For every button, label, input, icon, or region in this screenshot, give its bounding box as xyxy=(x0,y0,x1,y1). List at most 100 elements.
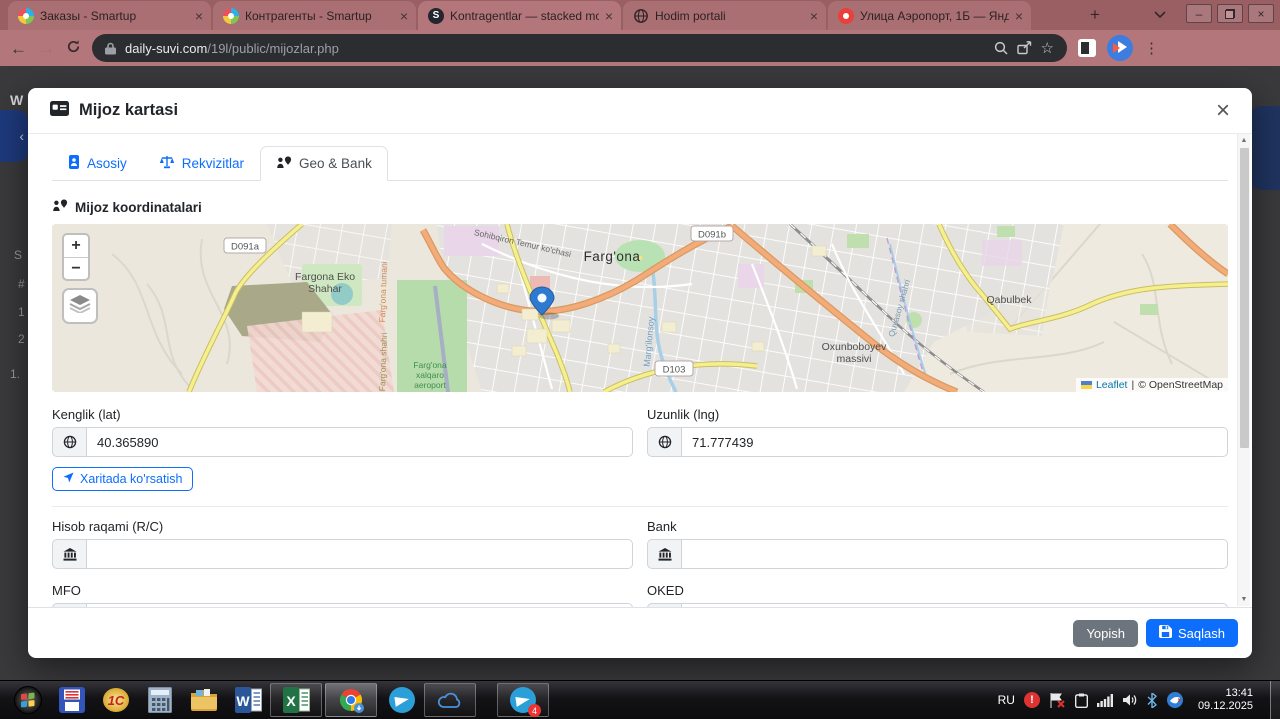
forward-icon[interactable]: → xyxy=(38,40,55,57)
tab-search-chevron-icon[interactable] xyxy=(1148,3,1172,27)
share-icon[interactable] xyxy=(1016,41,1032,55)
map-canvas[interactable]: D091a D091b D103 Farg'ona Fargona Eko Sh… xyxy=(52,224,1228,392)
scroll-down-icon[interactable]: ▼ xyxy=(1241,593,1248,606)
svg-text:aeroport: aeroport xyxy=(414,380,446,390)
tab-rekvizitlar[interactable]: Rekvizitlar xyxy=(143,146,260,181)
chrome-taskbar-button[interactable] xyxy=(325,683,377,717)
section-title: Mijoz koordinatalari xyxy=(75,199,202,215)
browser-tab-3-active[interactable]: S Kontragentlar — stacked moda × xyxy=(418,1,621,30)
browser-tab-1[interactable]: Заказы - Smartup × xyxy=(8,1,211,30)
tab-geo-bank[interactable]: Geo & Bank xyxy=(260,146,388,181)
bluetooth-icon[interactable] xyxy=(1147,692,1157,708)
show-desktop-button[interactable] xyxy=(1270,680,1280,719)
tray-app-icon[interactable] xyxy=(1166,691,1184,709)
system-tray: RU ! 13:41 09.12.2025 xyxy=(998,680,1280,719)
modal-scrollbar[interactable]: ▲ ▼ xyxy=(1237,134,1250,606)
scrollbar-thumb[interactable] xyxy=(1239,148,1249,448)
show-on-map-button[interactable]: Xaritada ko'rsatish xyxy=(52,467,194,491)
lat-input[interactable] xyxy=(86,427,633,457)
browser-tab-2[interactable]: Контрагенты - Smartup × xyxy=(213,1,416,30)
bank-icon xyxy=(647,539,681,569)
url-text: daily-suvi.com/19l/public/mijozlar.php xyxy=(125,40,339,56)
zoom-page-icon[interactable] xyxy=(994,41,1008,55)
account-input[interactable] xyxy=(86,539,633,569)
bank-field-group: Bank xyxy=(647,519,1228,569)
mfo-oked-row: MFO OKED xyxy=(52,583,1228,607)
lng-field-group: Uzunlik (lng) xyxy=(647,407,1228,457)
leaflet-map[interactable]: D091a D091b D103 Farg'ona Fargona Eko Sh… xyxy=(52,224,1228,392)
show-on-map-label: Xaritada ko'rsatish xyxy=(80,472,183,486)
restore-icon xyxy=(1225,8,1235,19)
start-button[interactable] xyxy=(6,682,50,718)
leaflet-link[interactable]: Leaflet xyxy=(1096,379,1128,391)
window-restore-button[interactable] xyxy=(1217,4,1243,23)
oked-label: OKED xyxy=(647,583,684,598)
layers-icon xyxy=(69,294,91,318)
taskbar-clock[interactable]: 13:41 09.12.2025 xyxy=(1198,687,1253,713)
modal-body: Asosiy Rekvizitlar Geo & Bank Mijoz koor… xyxy=(28,134,1252,607)
word-app-icon[interactable]: W xyxy=(226,682,270,718)
close-icon[interactable]: × xyxy=(1216,98,1230,123)
tab-close-icon[interactable]: × xyxy=(810,8,818,24)
location-arrow-icon xyxy=(63,472,74,486)
browser-tab-4[interactable]: Hodim portali × xyxy=(623,1,826,30)
tab-close-icon[interactable]: × xyxy=(400,8,408,24)
smartup-favicon xyxy=(223,7,239,24)
bookmark-star-icon[interactable]: ☆ xyxy=(1041,39,1054,57)
globe-icon xyxy=(52,427,86,457)
attribution-separator: | xyxy=(1131,379,1135,391)
floppy-app-icon[interactable] xyxy=(50,682,94,718)
action-center-flag-icon[interactable] xyxy=(1049,692,1066,708)
tab-close-icon[interactable]: × xyxy=(1015,8,1023,24)
telegram-badge-taskbar-button[interactable]: 4 xyxy=(497,683,549,717)
reload-icon[interactable] xyxy=(66,39,81,57)
scroll-up-icon[interactable]: ▲ xyxy=(1241,134,1248,147)
1c-app-icon[interactable]: 1С xyxy=(94,682,138,718)
zoom-in-button[interactable]: + xyxy=(64,235,88,257)
address-bar[interactable]: daily-suvi.com/19l/public/mijozlar.php ☆ xyxy=(92,34,1067,62)
excel-taskbar-button[interactable]: X xyxy=(270,683,322,717)
new-tab-button[interactable]: + xyxy=(1083,3,1107,27)
tab-close-icon[interactable]: × xyxy=(605,8,613,24)
oked-field-group: OKED xyxy=(647,583,1228,607)
map-layers-button[interactable] xyxy=(62,288,98,324)
background-page-text: 1. xyxy=(10,367,21,381)
folder-app-icon[interactable] xyxy=(182,682,226,718)
extension-icon[interactable] xyxy=(1078,39,1096,57)
mfo-input[interactable] xyxy=(86,603,633,607)
tab-title: Контрагенты - Smartup xyxy=(245,8,372,23)
osm-link[interactable]: © OpenStreetMap xyxy=(1138,379,1223,391)
tab-close-icon[interactable]: × xyxy=(195,8,203,24)
back-icon[interactable]: ← xyxy=(10,40,27,57)
oked-input[interactable] xyxy=(681,603,1228,607)
bank-icon xyxy=(647,603,681,607)
lng-input[interactable] xyxy=(681,427,1228,457)
tab-label: Rekvizitlar xyxy=(181,156,245,171)
profile-avatar[interactable] xyxy=(1107,35,1133,61)
account-label: Hisob raqami (R/C) xyxy=(52,519,164,534)
svg-text:X: X xyxy=(286,693,296,709)
calculator-app-icon[interactable] xyxy=(138,682,182,718)
window-minimize-button[interactable]: – xyxy=(1186,4,1212,23)
network-signal-icon[interactable] xyxy=(1096,693,1113,707)
smartup-favicon xyxy=(18,7,34,24)
language-indicator[interactable]: RU xyxy=(998,693,1015,707)
bank-input[interactable] xyxy=(681,539,1228,569)
background-page-text: 1 xyxy=(18,305,25,319)
volume-icon[interactable] xyxy=(1122,693,1138,707)
tab-label: Asosiy xyxy=(87,156,127,171)
zoom-out-button[interactable]: − xyxy=(64,257,88,279)
security-alert-icon[interactable]: ! xyxy=(1023,692,1040,708)
save-button[interactable]: Saqlash xyxy=(1146,619,1238,647)
cloud-taskbar-button[interactable] xyxy=(424,683,476,717)
clipboard-tray-icon[interactable] xyxy=(1074,693,1088,708)
tab-asosiy[interactable]: Asosiy xyxy=(52,146,143,181)
svg-text:Shahar: Shahar xyxy=(308,283,342,295)
modal-title: Mijoz kartasi xyxy=(79,101,179,119)
browser-menu-icon[interactable]: ⋮ xyxy=(1144,41,1159,56)
telegram-taskbar-icon[interactable] xyxy=(380,682,424,718)
browser-tab-5[interactable]: Улица Аэропорт, 1Б — Яндекс × xyxy=(828,1,1031,30)
window-close-button[interactable]: × xyxy=(1248,4,1274,23)
svg-text:D103: D103 xyxy=(663,365,686,376)
close-modal-button[interactable]: Yopish xyxy=(1073,619,1139,647)
